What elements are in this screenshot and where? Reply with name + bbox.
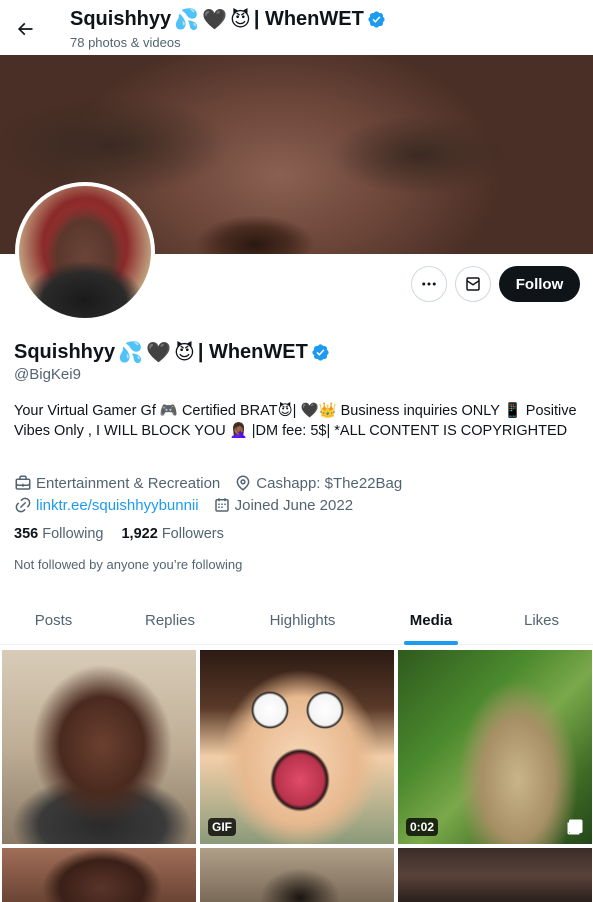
tab-label: Posts — [34, 612, 73, 629]
following-link[interactable]: 356 Following — [14, 526, 103, 542]
header-name-suffix: | WhenWET — [253, 8, 364, 30]
profile-tabs: Posts Replies Highlights Media Likes — [0, 597, 593, 645]
tab-likes[interactable]: Likes — [490, 597, 593, 644]
verified-badge-icon — [368, 11, 385, 28]
followers-count: 1,922 — [121, 526, 158, 542]
profile-link-text[interactable]: linktr.ee/squishhyybunnii — [36, 497, 199, 514]
following-label: Following — [42, 526, 104, 542]
tab-label: Media — [409, 612, 453, 629]
tab-label: Highlights — [269, 612, 336, 629]
not-followed-note: Not followed by anyone you’re following — [14, 557, 243, 572]
profile-bio: Your Virtual Gamer Gf 🎮 Certified BRAT😈|… — [14, 403, 577, 439]
followers-label: Followers — [161, 526, 224, 542]
profile-category-text: Entertainment & Recreation — [36, 474, 221, 492]
tab-replies[interactable]: Replies — [107, 597, 233, 644]
profile-name-text: Squishhyy — [14, 341, 116, 363]
active-tab-indicator — [404, 641, 458, 645]
video-duration-badge: 0:02 — [406, 818, 439, 836]
profile-website[interactable]: linktr.ee/squishhyybunnii — [14, 496, 199, 514]
profile-joined: Joined June 2022 — [213, 496, 353, 514]
profile-category: Entertainment & Recreation — [14, 474, 220, 492]
profile-location-text: Cashapp: $The22Bag — [256, 474, 403, 492]
droplets-emoji: 💦 — [118, 342, 144, 364]
header-name-text: Squishhyy — [70, 8, 172, 30]
arrow-left-icon — [17, 22, 33, 36]
media-tile[interactable] — [398, 848, 592, 902]
media-count: 78 photos & videos — [70, 35, 181, 50]
followers-link[interactable]: 1,922 Followers — [121, 526, 223, 542]
droplets-emoji: 💦 — [174, 9, 200, 31]
media-tile[interactable] — [2, 650, 196, 844]
more-button[interactable] — [411, 266, 447, 302]
profile-joined-text: Joined June 2022 — [234, 496, 354, 514]
multiple-media-icon — [567, 819, 583, 835]
profile-stats: 356 Following 1,922 Followers — [14, 526, 224, 542]
link-icon — [15, 497, 31, 513]
tab-media[interactable]: Media — [372, 597, 490, 645]
media-tile[interactable]: 0:02 — [398, 650, 592, 844]
tab-highlights[interactable]: Highlights — [233, 597, 372, 644]
media-tile[interactable] — [200, 848, 394, 902]
tab-posts[interactable]: Posts — [0, 597, 107, 644]
black-heart-emoji: 🖤 — [146, 342, 171, 364]
media-tile[interactable] — [2, 848, 196, 902]
profile-header: Squishhyy 💦 🖤 😈 | WhenWET 78 photos & vi… — [0, 0, 593, 55]
verified-badge-icon[interactable] — [311, 343, 330, 362]
media-tile[interactable]: GIF — [200, 650, 394, 844]
black-heart-emoji: 🖤 — [202, 9, 227, 31]
profile-name-suffix: | WhenWET — [197, 341, 308, 363]
follow-button[interactable]: Follow — [499, 266, 580, 302]
tab-label: Likes — [523, 612, 560, 629]
devil-emoji: 😈 — [173, 342, 195, 364]
gif-badge: GIF — [208, 818, 236, 836]
profile-avatar[interactable] — [15, 182, 155, 322]
calendar-icon — [214, 498, 229, 512]
envelope-icon — [466, 277, 480, 291]
location-pin-icon — [236, 475, 250, 491]
profile-location: Cashapp: $The22Bag — [234, 474, 402, 492]
profile-display-name: Squishhyy 💦 🖤 😈 | WhenWET — [14, 340, 330, 365]
profile-meta-row-1: Entertainment & Recreation Cashapp: $The… — [14, 474, 416, 492]
tab-label: Replies — [144, 612, 196, 629]
following-count: 356 — [14, 526, 39, 542]
briefcase-icon — [15, 475, 31, 490]
profile-handle: @BigKei9 — [14, 366, 81, 383]
profile-meta-row-2: linktr.ee/squishhyybunnii Joined June 20… — [14, 496, 367, 514]
message-button[interactable] — [455, 266, 491, 302]
header-display-name: Squishhyy 💦 🖤 😈 | WhenWET — [70, 7, 386, 32]
back-button[interactable] — [8, 12, 42, 46]
devil-emoji: 😈 — [229, 9, 251, 31]
more-horizontal-icon — [422, 282, 436, 286]
